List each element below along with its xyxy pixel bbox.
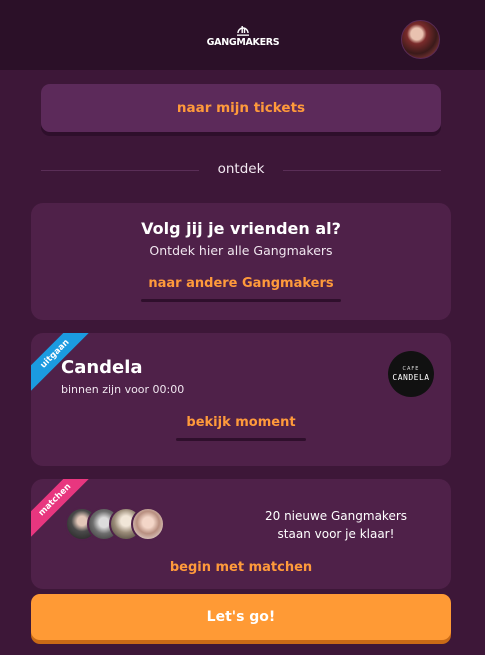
start-matching-link[interactable]: begin met matchen bbox=[31, 560, 451, 575]
section-divider: ontdek bbox=[41, 160, 441, 180]
user-avatar[interactable] bbox=[401, 20, 440, 59]
view-moment-link[interactable]: bekijk moment bbox=[31, 415, 451, 430]
moment-name: Candela bbox=[61, 357, 143, 378]
divider-line-right bbox=[283, 170, 441, 171]
venue-logo-small-text: CAFE bbox=[402, 366, 420, 372]
friends-card: Volg jij je vrienden al? Ontdek hier all… bbox=[31, 203, 451, 320]
top-bar: GANGMAKERS bbox=[0, 0, 485, 70]
match-text-line2: staan voor je klaar! bbox=[277, 527, 395, 541]
my-tickets-button[interactable]: naar mijn tickets bbox=[41, 84, 441, 132]
section-label: ontdek bbox=[217, 161, 265, 177]
avatar bbox=[131, 507, 165, 541]
match-card: matchen 20 nieuwe Gangmakers staan voor … bbox=[31, 479, 451, 589]
logo-icon bbox=[235, 22, 251, 36]
gangmakers-logo[interactable]: GANGMAKERS bbox=[205, 22, 281, 52]
link-underline bbox=[141, 299, 341, 302]
moment-card: uitgaan Candela binnen zijn voor 00:00 C… bbox=[31, 333, 451, 466]
friends-card-title: Volg jij je vrienden al? bbox=[141, 219, 341, 238]
match-card-text: 20 nieuwe Gangmakers staan voor je klaar… bbox=[241, 507, 431, 543]
venue-logo-main-text: CANDELA bbox=[392, 373, 430, 382]
avatar-stack bbox=[65, 507, 175, 541]
match-text-line1: 20 nieuwe Gangmakers bbox=[264, 509, 408, 523]
friends-card-subtitle: Ontdek hier alle Gangmakers bbox=[149, 243, 333, 258]
lets-go-button[interactable]: Let's go! bbox=[31, 594, 451, 640]
moment-subtitle: binnen zijn voor 00:00 bbox=[61, 383, 185, 396]
venue-logo: CAFE CANDELA bbox=[388, 351, 434, 397]
link-underline bbox=[176, 438, 306, 441]
other-gangmakers-link[interactable]: naar andere Gangmakers bbox=[31, 276, 451, 291]
logo-text: GANGMAKERS bbox=[206, 37, 280, 48]
